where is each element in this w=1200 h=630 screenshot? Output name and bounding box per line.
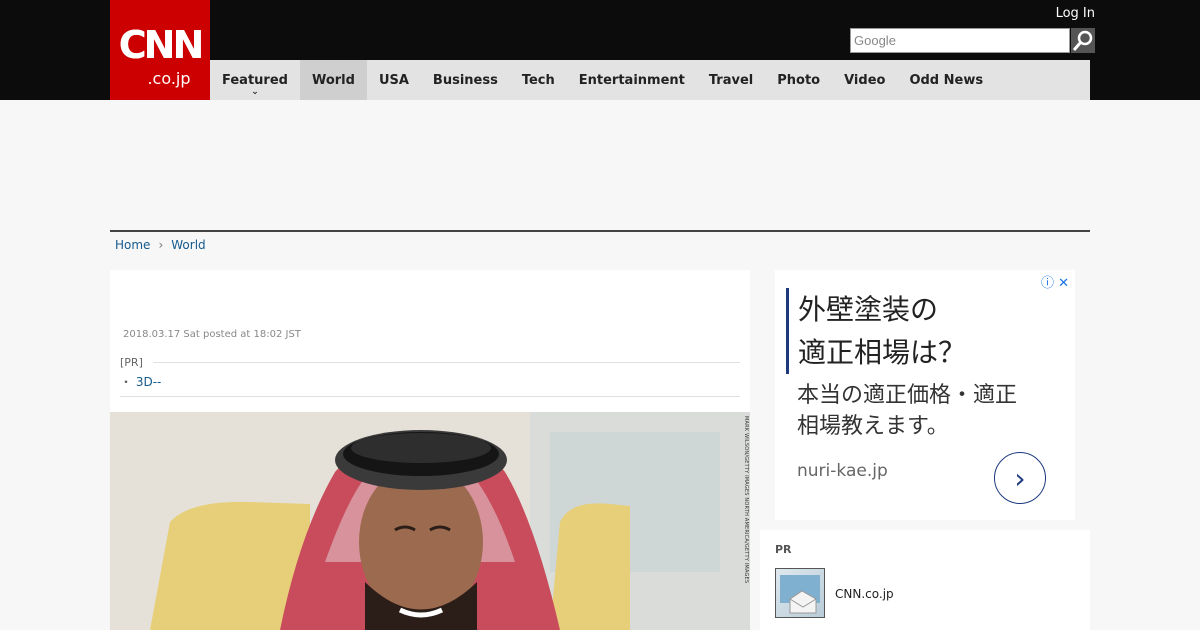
nav-label: World [311,72,355,88]
chevron-down-icon: ⌄ [251,87,259,97]
nav-label: Featured [222,72,288,88]
nav-business[interactable]: Business [421,60,510,100]
pr-site-name[interactable]: CNN.co.jp [835,587,894,601]
search-button[interactable] [1071,28,1095,53]
nav-video[interactable]: Video [832,60,897,100]
divider [120,396,740,397]
nav-label: Photo [777,72,821,88]
cnn-logo[interactable]: CNN .co.jp [110,0,210,100]
ad-headline-line: 適正相場は？ [798,336,967,369]
ad-body-line: 相場教えます。 [797,414,949,439]
article-date: 2018.03.17 Sat posted at 18:02 JST [123,329,301,340]
close-icon[interactable]: ✕ [1058,276,1069,291]
bullet: ・ [120,375,133,389]
logo-wordmark: CNN [118,23,205,67]
breadcrumb-world[interactable]: World [171,238,205,252]
nav-label: Travel [708,72,754,88]
nav-label: Business [432,72,498,88]
nav-label: Entertainment [578,72,685,88]
ad-domain: nuri-kae.jp [797,461,888,481]
nav-label: Tech [521,72,555,88]
nav-odd-news[interactable]: Odd News [897,60,995,100]
nav-featured[interactable]: Featured ⌄ [210,60,300,100]
pr-panel: PR CNN.co.jp [760,530,1090,630]
login-link[interactable]: Log In [1056,6,1095,21]
breadcrumb-home[interactable]: Home [115,238,150,252]
main-nav: Featured ⌄ World USA Business Tech Enter… [210,60,1090,100]
pr-panel-label: PR [775,543,792,556]
photo-image [110,412,750,630]
pr-link[interactable]: 3D-- [136,375,162,389]
nav-usa[interactable]: USA [367,60,421,100]
article-photo: MARK WILSON/GETTY IMAGES NORTH AMERICA/G… [110,412,750,630]
header-divider [110,230,1090,232]
search-icon [1072,30,1093,51]
pr-links: [PR] ・ 3D-- [120,356,740,390]
article-card: 2018.03.17 Sat posted at 18:02 JST [PR] … [110,270,750,630]
nav-entertainment[interactable]: Entertainment [567,60,697,100]
ad-body-line: 本当の適正価格・適正 [797,383,1018,408]
nav-travel[interactable]: Travel [697,60,765,100]
photo-credit: MARK WILSON/GETTY IMAGES NORTH AMERICA/G… [743,416,749,584]
sidebar-ad[interactable]: ⓘ ✕ 外壁塗装の 適正相場は？ 本当の適正価格・適正 相場教えます。 nuri… [775,270,1075,520]
nav-world[interactable]: World [299,60,367,100]
info-icon[interactable]: ⓘ [1041,276,1054,291]
envelope-icon [780,575,820,614]
breadcrumb: Home › World [115,238,206,252]
chevron-right-icon: › [158,238,164,252]
nav-label: USA [378,72,409,88]
ad-headline-line: 外壁塗装の [798,293,939,326]
chevron-right-icon[interactable]: › [994,452,1046,504]
nav-photo[interactable]: Photo [765,60,832,100]
nav-label: Video [844,72,886,88]
nav-tech[interactable]: Tech [510,60,567,100]
ad-body: 本当の適正価格・適正 相場教えます。 [797,380,1017,442]
nav-label: Odd News [909,72,984,88]
logo-domain: .co.jp [147,69,191,88]
ad-controls: ⓘ ✕ [1041,272,1069,291]
divider [152,362,740,363]
search-input[interactable]: Google [850,28,1070,53]
ad-headline: 外壁塗装の 適正相場は？ [786,288,966,374]
pr-thumbnail[interactable] [775,568,825,618]
banner-ad-space [110,100,1090,230]
pr-label: [PR] [120,356,143,369]
